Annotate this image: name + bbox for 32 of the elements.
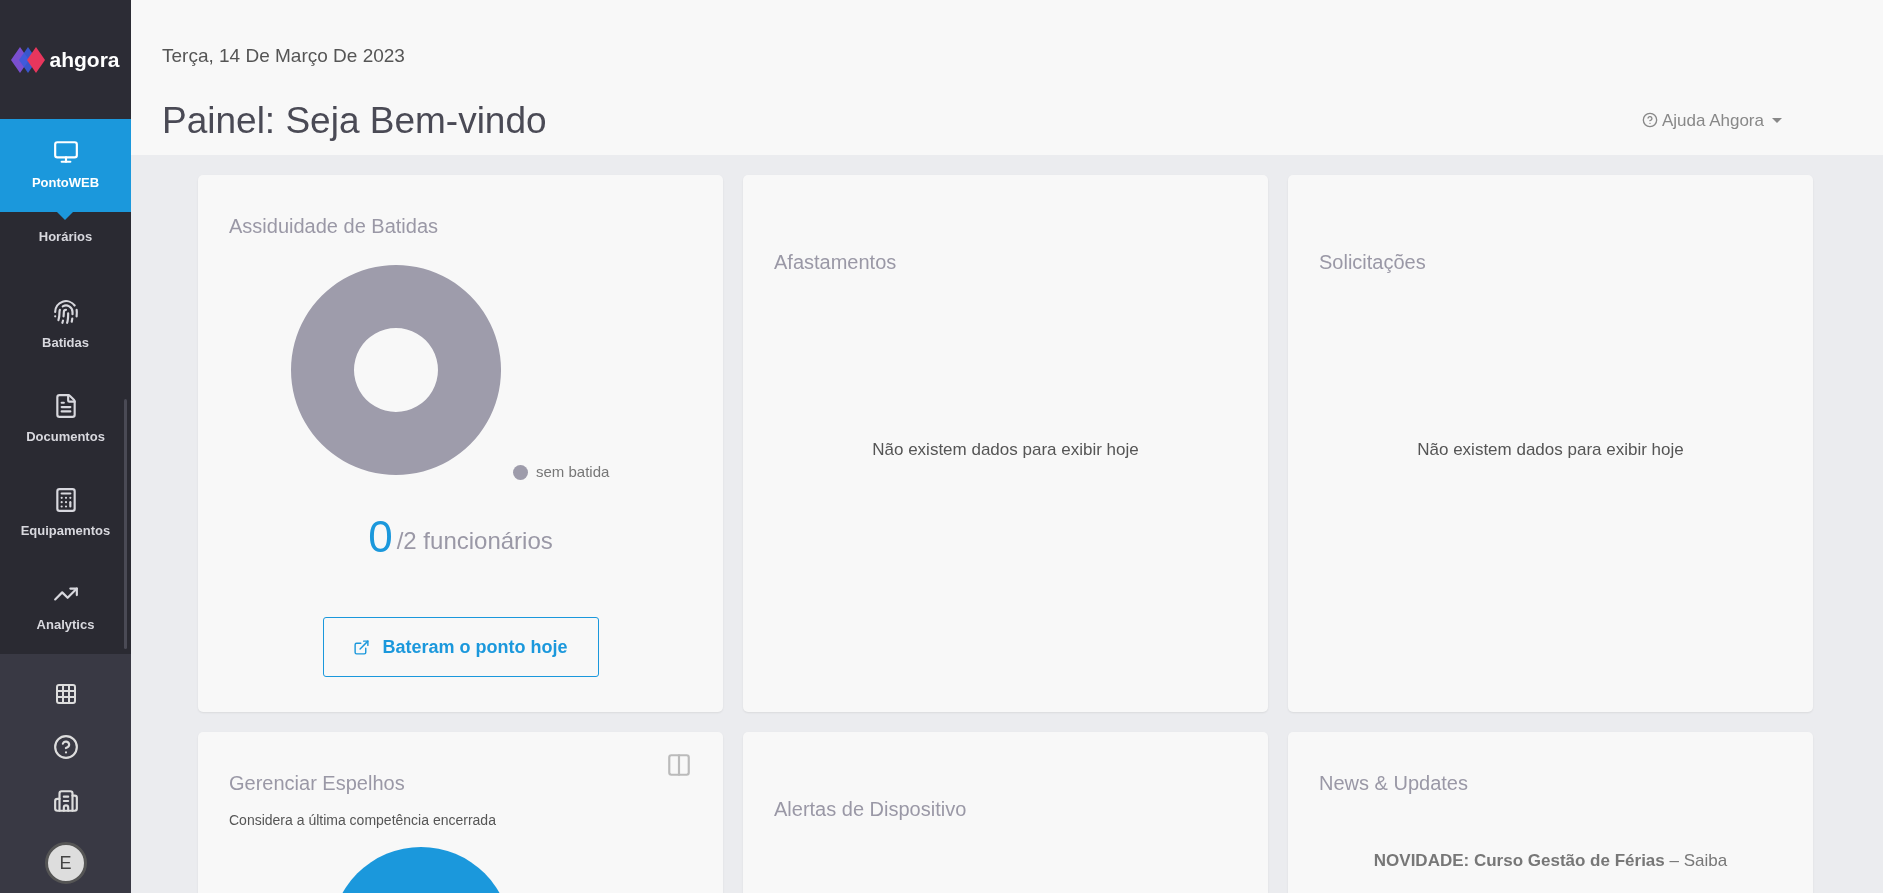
card-title: Afastamentos	[774, 250, 898, 275]
monitor-icon	[52, 139, 79, 166]
external-link-icon	[353, 638, 371, 656]
page-title: Painel: Seja Bem-vindo	[162, 98, 547, 143]
date-text: Terça, 14 De Março De 2023	[162, 44, 406, 68]
card-subtitle: Considera a última competência encerrada	[229, 811, 497, 830]
caret-icon	[1772, 117, 1782, 123]
sidebar-item[interactable]: Equipamentos	[0, 466, 131, 561]
logo-icon	[11, 46, 46, 73]
apps-grid-icon[interactable]	[53, 682, 78, 707]
card-title: Assiduidade de Batidas	[229, 214, 440, 239]
card-title: Solicitações	[1319, 250, 1427, 275]
help-icon[interactable]	[52, 734, 79, 761]
news-text: NOVIDADE: Curso Gestão de Férias – Saiba	[1372, 850, 1729, 872]
count-total: /2 funcionários	[396, 526, 553, 556]
legend-label: sem batida	[536, 463, 610, 481]
scrollbar[interactable]	[124, 399, 127, 650]
user-avatar[interactable]: E	[44, 842, 87, 885]
sidebar-item[interactable]: Analytics	[0, 560, 131, 655]
sidebar-item[interactable]: Documentos	[0, 372, 131, 467]
selection-pointer	[57, 212, 73, 221]
logo-text: ahgora	[49, 46, 120, 73]
count-value: 0	[368, 515, 393, 559]
help-icon	[1641, 112, 1658, 129]
card-title: Alertas de Dispositivo	[774, 797, 968, 822]
card-title: Gerenciar Espelhos	[229, 771, 405, 796]
building-icon[interactable]	[52, 788, 79, 815]
fingerprint-icon	[52, 298, 79, 325]
sidebar-item[interactable]: Batidas	[0, 278, 131, 373]
empty-message: Não existem dados para exibir hoje	[871, 439, 1140, 461]
empty-message: Não existem dados para exibir hoje	[1416, 439, 1685, 461]
card-title: News & Updates	[1319, 771, 1469, 796]
